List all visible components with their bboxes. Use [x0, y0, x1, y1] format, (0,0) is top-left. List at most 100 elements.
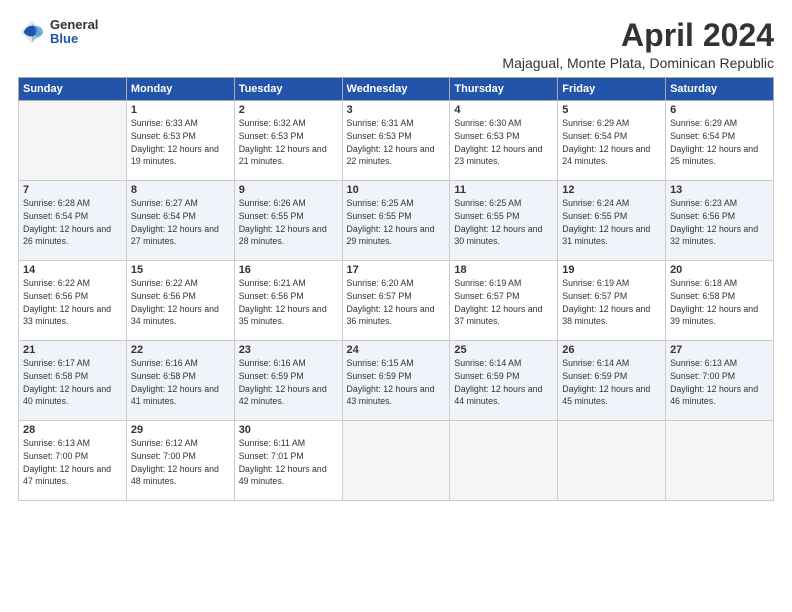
sunrise-text: Sunrise: 6:33 AM: [131, 118, 198, 128]
table-row: 28Sunrise: 6:13 AMSunset: 7:00 PMDayligh…: [19, 421, 127, 501]
header: General Blue April 2024 Majagual, Monte …: [18, 18, 774, 71]
daylight-text: Daylight: 12 hours and 31 minutes.: [562, 224, 650, 247]
logo-blue-label: Blue: [50, 32, 98, 46]
table-row: 8 Sunrise: 6:27 AM Sunset: 6:54 PM Daylight…: [126, 181, 234, 261]
day-number: 7: [23, 184, 122, 196]
sunset-text: Sunset: 6:54 PM: [562, 131, 627, 141]
col-saturday: Saturday: [666, 78, 774, 101]
day-info: Sunrise: 6:30 AMSunset: 6:53 PMDaylight:…: [454, 117, 553, 168]
sunset-text: Sunset: 6:57 PM: [347, 291, 412, 301]
daylight-text: Daylight: 12 hours and 32 minutes.: [670, 224, 758, 247]
sunrise-text: Sunrise: 6:29 AM: [562, 118, 629, 128]
day-info: Sunrise: 6:17 AMSunset: 6:58 PMDaylight:…: [23, 357, 122, 408]
day-number: 11: [454, 184, 553, 196]
table-row: 30Sunrise: 6:11 AMSunset: 7:01 PMDayligh…: [234, 421, 342, 501]
daylight-text: Daylight: 12 hours and 35 minutes.: [239, 304, 327, 327]
table-row: 10Sunrise: 6:25 AMSunset: 6:55 PMDayligh…: [342, 181, 450, 261]
daylight-text: Daylight: 12 hours and 41 minutes.: [131, 384, 219, 407]
daylight-text: Daylight: 12 hours and 33 minutes.: [23, 304, 111, 327]
location-subtitle: Majagual, Monte Plata, Dominican Republi…: [502, 55, 774, 71]
daylight-text: Daylight: 12 hours and 29 minutes.: [347, 224, 435, 247]
table-row: 23Sunrise: 6:16 AMSunset: 6:59 PMDayligh…: [234, 341, 342, 421]
calendar-week-row: 28Sunrise: 6:13 AMSunset: 7:00 PMDayligh…: [19, 421, 774, 501]
daylight-text: Daylight: 12 hours and 45 minutes.: [562, 384, 650, 407]
sunrise-text: Sunrise: 6:28 AM: [23, 198, 90, 208]
day-number: 21: [23, 344, 122, 356]
sunset-text: Sunset: 6:58 PM: [131, 371, 196, 381]
day-info: Sunrise: 6:15 AMSunset: 6:59 PMDaylight:…: [347, 357, 446, 408]
day-info: Sunrise: 6:26 AMSunset: 6:55 PMDaylight:…: [239, 197, 338, 248]
daylight-text: Daylight: 12 hours and 19 minutes.: [131, 144, 219, 167]
daylight-text: Daylight: 12 hours and 23 minutes.: [454, 144, 542, 167]
calendar-week-row: 1Sunrise: 6:33 AMSunset: 6:53 PMDaylight…: [19, 101, 774, 181]
day-number: 4: [454, 104, 553, 116]
sunset-text: Sunset: 6:56 PM: [23, 291, 88, 301]
table-row: 21Sunrise: 6:17 AMSunset: 6:58 PMDayligh…: [19, 341, 127, 421]
day-number: 18: [454, 264, 553, 276]
daylight-text: Daylight: 12 hours and 27 minutes.: [131, 224, 219, 247]
sunrise-text: Sunrise: 6:31 AM: [347, 118, 414, 128]
sunset-text: Sunset: 6:53 PM: [131, 131, 196, 141]
sunset-text: Sunset: 6:53 PM: [239, 131, 304, 141]
day-info: Sunrise: 6:14 AMSunset: 6:59 PMDaylight:…: [454, 357, 553, 408]
sunrise-text: Sunrise: 6:21 AM: [239, 278, 306, 288]
day-info: Sunrise: 6:27 AM Sunset: 6:54 PM Daylight:…: [131, 197, 230, 248]
sunset-text: Sunset: 6:55 PM: [562, 211, 627, 221]
table-row: 13Sunrise: 6:23 AMSunset: 6:56 PMDayligh…: [666, 181, 774, 261]
day-number: 8: [131, 184, 230, 196]
sunrise-text: Sunrise: 6:19 AM: [562, 278, 629, 288]
day-number: 3: [347, 104, 446, 116]
day-info: Sunrise: 6:24 AM Sunset: 6:55 PM Daylight:…: [562, 197, 661, 248]
day-info: Sunrise: 6:14 AMSunset: 6:59 PMDaylight:…: [562, 357, 661, 408]
sunset-text: Sunset: 7:00 PM: [670, 371, 735, 381]
day-number: 20: [670, 264, 769, 276]
daylight-text: Daylight: 12 hours and 49 minutes.: [239, 464, 327, 487]
table-row: 6Sunrise: 6:29 AMSunset: 6:54 PMDaylight…: [666, 101, 774, 181]
sunset-text: Sunset: 6:55 PM: [454, 211, 519, 221]
month-title: April 2024: [502, 18, 774, 53]
day-number: 17: [347, 264, 446, 276]
sunset-text: Sunset: 6:55 PM: [347, 211, 412, 221]
daylight-text: Daylight: 12 hours and 47 minutes.: [23, 464, 111, 487]
day-number: 6: [670, 104, 769, 116]
col-sunday: Sunday: [19, 78, 127, 101]
day-number: 29: [131, 424, 230, 436]
day-info: Sunrise: 6:25 AMSunset: 6:55 PMDaylight:…: [347, 197, 446, 248]
day-info: Sunrise: 6:23 AM Sunset: 6:56 PM Daylight:…: [670, 197, 769, 248]
day-info: Sunrise: 6:19 AMSunset: 6:57 PMDaylight:…: [562, 277, 661, 328]
day-info: Sunrise: 6:19 AMSunset: 6:57 PMDaylight:…: [454, 277, 553, 328]
table-row: 19Sunrise: 6:19 AMSunset: 6:57 PMDayligh…: [558, 261, 666, 341]
day-info: Sunrise: 6:16 AMSunset: 6:58 PMDaylight:…: [131, 357, 230, 408]
day-number: 14: [23, 264, 122, 276]
sunrise-text: Sunrise: 6:13 AM: [670, 358, 737, 368]
logo-general-label: General: [50, 18, 98, 32]
calendar-week-row: 7 Sunrise: 6:28 AM Sunset: 6:54 PM Daylight…: [19, 181, 774, 261]
day-number: 22: [131, 344, 230, 356]
col-wednesday: Wednesday: [342, 78, 450, 101]
day-number: 30: [239, 424, 338, 436]
sunrise-text: Sunrise: 6:23 AM: [670, 198, 737, 208]
day-info: Sunrise: 6:31 AMSunset: 6:53 PMDaylight:…: [347, 117, 446, 168]
daylight-text: Daylight: 12 hours and 22 minutes.: [347, 144, 435, 167]
day-number: 9: [239, 184, 338, 196]
day-number: 24: [347, 344, 446, 356]
table-row: [450, 421, 558, 501]
table-row: [342, 421, 450, 501]
day-info: Sunrise: 6:33 AM Sunset: 6:53 PM Daylight:…: [131, 117, 230, 168]
sunset-text: Sunset: 7:00 PM: [23, 451, 88, 461]
col-tuesday: Tuesday: [234, 78, 342, 101]
table-row: 1Sunrise: 6:33 AMSunset: 6:53 PMDaylight…: [126, 101, 234, 181]
sunset-text: Sunset: 6:59 PM: [347, 371, 412, 381]
day-info: Sunrise: 6:32 AMSunset: 6:53 PMDaylight:…: [239, 117, 338, 168]
day-info: Sunrise: 6:21 AMSunset: 6:56 PMDaylight:…: [239, 277, 338, 328]
sunset-text: Sunset: 6:54 PM: [131, 211, 196, 221]
sunrise-text: Sunrise: 6:24 AM: [562, 198, 629, 208]
logo-icon: [18, 18, 46, 46]
sunset-text: Sunset: 7:01 PM: [239, 451, 304, 461]
sunrise-text: Sunrise: 6:19 AM: [454, 278, 521, 288]
table-row: 5Sunrise: 6:29 AMSunset: 6:54 PMDaylight…: [558, 101, 666, 181]
sunrise-text: Sunrise: 6:27 AM: [131, 198, 198, 208]
sunset-text: Sunset: 6:56 PM: [670, 211, 735, 221]
sunrise-text: Sunrise: 6:20 AM: [347, 278, 414, 288]
daylight-text: Daylight: 12 hours and 42 minutes.: [239, 384, 327, 407]
